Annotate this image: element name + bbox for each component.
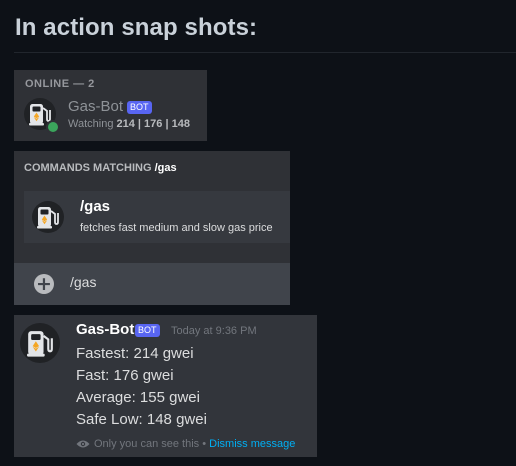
plus-icon[interactable]: +	[34, 274, 54, 294]
message-line-average: Average: 155 gwei	[76, 389, 200, 406]
member-activity: Watching 214 | 176 | 148	[68, 118, 190, 130]
ephemeral-notice: Only you can see this • Dismiss message	[76, 438, 295, 450]
online-status-dot	[46, 120, 60, 134]
online-header: ONLINE — 2	[25, 78, 95, 90]
commands-header-query: /gas	[154, 162, 177, 174]
activity-values: 214 | 176 | 148	[116, 118, 190, 130]
bot-message: Gas-Bot BOT Today at 9:36 PM Fastest: 21…	[14, 315, 317, 457]
message-line-fastest: Fastest: 214 gwei	[76, 345, 194, 362]
heading-divider	[14, 52, 516, 53]
command-description: fetches fast medium and slow gas price	[80, 222, 273, 234]
message-line-safe-low: Safe Low: 148 gwei	[76, 411, 207, 428]
message-author[interactable]: Gas-Bot	[76, 321, 134, 338]
command-autocomplete-panel: COMMANDS MATCHING /gas /gas fetches fast…	[14, 151, 290, 305]
avatar[interactable]	[20, 323, 60, 363]
member-name[interactable]: Gas-Bot	[68, 98, 123, 115]
message-timestamp: Today at 9:36 PM	[171, 325, 257, 337]
page-heading: In action snap shots:	[15, 14, 258, 41]
gas-pump-icon	[37, 207, 59, 229]
eye-icon	[76, 440, 90, 448]
commands-header-label: COMMANDS MATCHING	[24, 162, 152, 174]
message-input-bar[interactable]: + /gas	[14, 263, 290, 305]
command-name: /gas	[80, 198, 111, 215]
commands-header: COMMANDS MATCHING /gas	[24, 162, 177, 174]
bot-tag: BOT	[127, 101, 152, 114]
member-list-panel: ONLINE — 2 Gas-Bot BOT Watching 214 | 17…	[14, 70, 207, 141]
message-line-fast: Fast: 176 gwei	[76, 367, 174, 384]
bot-tag: BOT	[135, 324, 160, 337]
activity-prefix: Watching	[68, 118, 114, 130]
gas-pump-icon	[27, 331, 53, 357]
message-input[interactable]: /gas	[70, 274, 96, 290]
command-suggestion[interactable]: /gas fetches fast medium and slow gas pr…	[24, 191, 290, 243]
ephemeral-note: Only you can see this •	[94, 438, 207, 450]
dismiss-message-link[interactable]: Dismiss message	[209, 438, 295, 450]
avatar	[32, 201, 64, 233]
